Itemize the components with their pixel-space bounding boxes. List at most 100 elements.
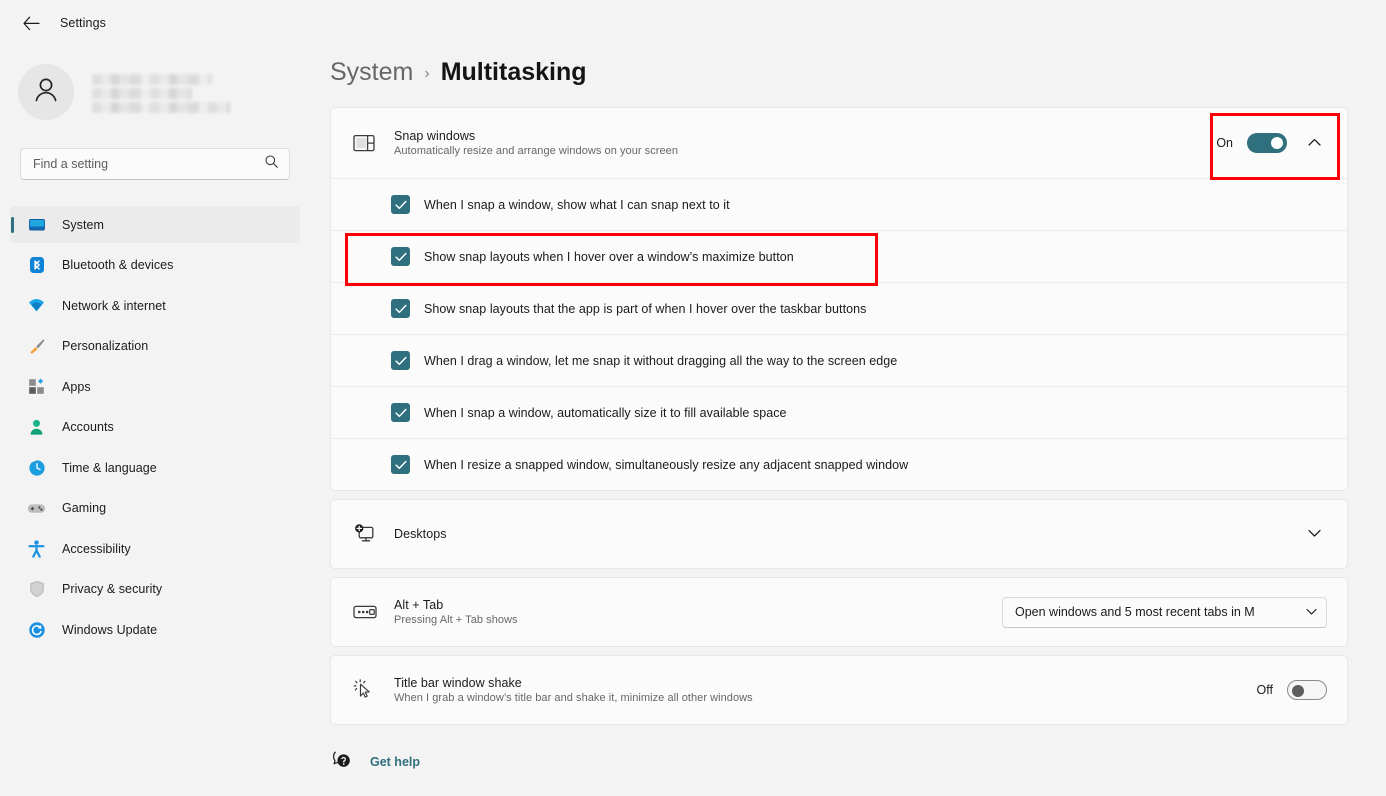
snap-windows-card: Snap windows Automatically resize and ar… — [330, 107, 1348, 491]
snap-option-label[interactable]: Show snap layouts that the app is part o… — [424, 302, 866, 316]
sidebar-item-time-language[interactable]: Time & language — [10, 449, 300, 486]
alt-tab-subtitle: Pressing Alt + Tab shows — [394, 614, 518, 626]
sidebar-item-label: Windows Update — [62, 622, 158, 637]
title-bar-shake-row[interactable]: Title bar window shake When I grab a win… — [331, 656, 1347, 724]
alt-tab-dropdown-value: Open windows and 5 most recent tabs in M — [1015, 605, 1255, 619]
search-box[interactable] — [20, 148, 290, 180]
title-bar: Settings — [0, 0, 1386, 46]
arrow-left-icon — [22, 16, 40, 31]
snap-option-checkbox[interactable] — [391, 247, 410, 266]
settings-window: Settings Find a setting System Bluetooth… — [0, 0, 1386, 796]
sidebar-item-gaming[interactable]: Gaming — [10, 490, 300, 527]
shake-toggle-state-label: Off — [1256, 683, 1273, 697]
shield-icon — [27, 580, 46, 599]
person-icon — [27, 418, 46, 437]
sidebar-item-label: Privacy & security — [62, 582, 163, 596]
desktops-expander[interactable] — [1301, 521, 1327, 547]
snap-option-row[interactable]: When I snap a window, show what I can sn… — [331, 178, 1347, 230]
sidebar-item-label: Accounts — [62, 420, 114, 434]
snap-toggle-state-label: On — [1216, 136, 1233, 150]
desktops-icon — [348, 524, 384, 544]
alt-tab-dropdown[interactable]: Open windows and 5 most recent tabs in M — [1002, 596, 1327, 628]
sidebar-item-network-internet[interactable]: Network & internet — [10, 287, 300, 324]
sidebar-item-personalization[interactable]: Personalization — [10, 328, 300, 365]
sidebar-item-windows-update[interactable]: Windows Update — [10, 611, 300, 648]
alt-tab-row[interactable]: Alt + Tab Pressing Alt + Tab shows Open … — [331, 578, 1347, 646]
snap-option-label[interactable]: When I snap a window, show what I can sn… — [424, 198, 730, 212]
alt-tab-icon — [348, 604, 384, 620]
main-content: System › Multitasking Snap windows Autom… — [310, 46, 1386, 796]
breadcrumb-parent[interactable]: System — [330, 58, 413, 87]
person-avatar-icon — [29, 73, 63, 112]
sidebar-item-label: Time & language — [62, 460, 157, 475]
snap-option-row[interactable]: When I resize a snapped window, simultan… — [331, 438, 1347, 490]
sidebar-item-label: Gaming — [62, 501, 107, 515]
snap-option-checkbox[interactable] — [391, 403, 410, 422]
redacted-text-line — [92, 87, 192, 99]
desktops-title: Desktops — [394, 527, 447, 541]
toggle-knob — [1271, 137, 1283, 149]
gamepad-icon — [27, 499, 46, 518]
accessibility-icon — [27, 539, 46, 558]
snap-option-label[interactable]: When I snap a window, automatically size… — [424, 406, 787, 420]
search-input[interactable] — [33, 157, 264, 171]
sidebar-nav: System Bluetooth & devices Network & int… — [0, 206, 310, 648]
toggle-knob — [1292, 685, 1304, 697]
sidebar-item-privacy-security[interactable]: Privacy & security — [10, 571, 300, 608]
snap-option-label[interactable]: When I drag a window, let me snap it wit… — [424, 354, 897, 368]
snap-layout-icon — [348, 134, 384, 152]
title-bar-shake-title: Title bar window shake — [394, 676, 522, 690]
snap-windows-row[interactable]: Snap windows Automatically resize and ar… — [331, 108, 1347, 178]
desktops-text: Desktops — [384, 527, 1301, 541]
snap-option-row[interactable]: Show snap layouts when I hover over a wi… — [331, 230, 1347, 282]
sidebar-item-accessibility[interactable]: Accessibility — [10, 530, 300, 567]
sidebar-item-label: Apps — [62, 379, 91, 394]
snap-option-label[interactable]: Show snap layouts when I hover over a wi… — [424, 250, 794, 264]
alt-tab-text: Alt + Tab Pressing Alt + Tab shows — [384, 598, 1002, 626]
get-help-link[interactable]: Get help — [332, 750, 420, 774]
snap-windows-expander[interactable] — [1301, 130, 1327, 156]
snap-windows-title: Snap windows — [394, 129, 476, 143]
title-bar-shake-toggle[interactable] — [1287, 680, 1327, 700]
search-icon — [264, 154, 279, 174]
snap-windows-controls: On — [1216, 130, 1327, 156]
title-bar-shake-text: Title bar window shake When I grab a win… — [384, 676, 1257, 704]
alt-tab-title: Alt + Tab — [394, 598, 444, 612]
title-bar-shake-subtitle: When I grab a window’s title bar and sha… — [394, 692, 753, 704]
sidebar-item-accounts[interactable]: Accounts — [10, 409, 300, 446]
snap-option-checkbox[interactable] — [391, 195, 410, 214]
snap-option-row[interactable]: When I snap a window, automatically size… — [331, 386, 1347, 438]
sidebar: System Bluetooth & devices — [0, 46, 310, 796]
chevron-up-icon — [1307, 134, 1321, 152]
desktops-card[interactable]: Desktops — [330, 499, 1348, 569]
sidebar-item-label: Network & internet — [62, 298, 166, 313]
snap-option-row[interactable]: When I drag a window, let me snap it wit… — [331, 334, 1347, 386]
cursor-shake-icon — [348, 679, 384, 701]
snap-option-checkbox[interactable] — [391, 455, 410, 474]
clock-icon — [27, 458, 46, 477]
snap-option-checkbox[interactable] — [391, 351, 410, 370]
profile-section[interactable] — [0, 46, 310, 124]
sidebar-item-system[interactable]: System — [10, 206, 300, 243]
sidebar-item-label: System — [62, 217, 104, 232]
alt-tab-controls: Open windows and 5 most recent tabs in M — [1002, 596, 1327, 628]
sidebar-item-apps[interactable]: Apps — [10, 368, 300, 405]
wifi-icon — [27, 296, 46, 315]
paintbrush-icon — [27, 337, 46, 356]
snap-option-row[interactable]: Show snap layouts that the app is part o… — [331, 282, 1347, 334]
snap-windows-toggle[interactable] — [1247, 133, 1287, 153]
back-button[interactable] — [16, 8, 46, 38]
desktops-controls — [1301, 521, 1327, 547]
snap-option-label[interactable]: When I resize a snapped window, simultan… — [424, 458, 908, 472]
profile-name-redacted — [92, 72, 230, 113]
breadcrumb: System › Multitasking — [310, 46, 1386, 87]
chevron-down-icon — [1306, 603, 1317, 621]
page-title: Multitasking — [440, 58, 587, 86]
desktops-row[interactable]: Desktops — [331, 500, 1347, 568]
sidebar-item-label: Bluetooth & devices — [62, 258, 174, 272]
snap-windows-subtitle: Automatically resize and arrange windows… — [394, 145, 679, 157]
help-bubble-icon — [332, 750, 352, 774]
update-icon — [27, 620, 46, 639]
snap-option-checkbox[interactable] — [391, 299, 410, 318]
sidebar-item-bluetooth-devices[interactable]: Bluetooth & devices — [10, 247, 300, 284]
